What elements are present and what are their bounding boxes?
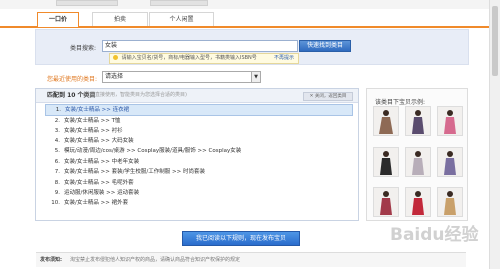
category-item-2[interactable]: 2. 女装/女士精品 >> T恤 [45,116,351,126]
top-bar [0,0,500,9]
category-item-path[interactable]: 女装/女士精品 >> T恤 [64,118,120,124]
category-search-input[interactable]: 女装 [102,40,298,52]
publish-notice-text: 淘宝禁止发布侵犯他人知识产权的商品，请确认商品符合知识产权保护的规定 [70,257,241,263]
quick-find-category-button[interactable]: 快速找到类目 [299,40,351,52]
category-item-5[interactable]: 5. 模玩/动漫/周边/cos/桌游 >> Cosplay服装/道具/服饰 >> … [45,146,351,156]
category-item-path[interactable]: 女装/女士精品 >> 连衣裙 [65,107,129,113]
category-item-path[interactable]: 女装/女士精品 >> 套装/学生校服/工作制服 >> 时尚套装 [64,169,205,175]
chevron-down-icon[interactable]: ▼ [251,72,260,82]
sample-item-thumbnail[interactable] [373,187,399,217]
tab-fixed-price[interactable]: 一口价 [37,12,79,27]
matched-categories-header: 匹配到 10 个类目 (仅供直接使用，智能类目为您选择合适的类目) ✕ 关闭，返… [36,89,358,103]
tab-personal-idle[interactable]: 个人闲置 [149,12,214,26]
category-item-path[interactable]: 女装/女士精品 >> 裙外套 [64,200,128,206]
close-return-label: 关闭，返回类目 [314,94,347,99]
category-item-path[interactable]: 女装/女士精品 >> 衬衫 [64,128,123,134]
recent-categories-label: 您最近使用的类目: [47,76,98,83]
publish-notice-heading: 发布须知: [40,257,62,263]
recent-categories-value: 请选择 [105,73,124,80]
close-return-category-button[interactable]: ✕ 关闭，返回类目 [303,92,353,101]
category-item-path[interactable]: 女装/女士精品 >> 毛呢外套 [64,180,134,186]
publish-notice-bar: 发布须知: 淘宝禁止发布侵犯他人知识产权的商品，请确认商品符合知识产权保护的规定 [36,252,466,267]
top-bar-segment [150,0,208,6]
tab-strip: 一口价 拍卖 个人闲置 [0,10,500,28]
sample-item-thumbnail[interactable] [437,147,463,177]
sample-item-thumbnail[interactable] [405,106,431,136]
close-icon: ✕ [309,94,314,99]
category-item-6[interactable]: 6. 女装/女士精品 >> 中老年女装 [45,157,351,167]
sample-item-thumbnail[interactable] [405,147,431,177]
recent-categories-select[interactable]: 请选择 ▼ [102,71,261,83]
category-item-8[interactable]: 8. 女装/女士精品 >> 毛呢外套 [45,178,351,188]
vertical-scrollbar[interactable] [489,0,500,269]
sample-item-thumbnail[interactable] [437,106,463,136]
sample-items-title: 该类目下宝贝示例: [375,99,426,106]
sample-item-thumbnail[interactable] [373,147,399,177]
publish-item-button[interactable]: 我已阅读以下规则，现在发布宝贝 [182,231,300,246]
category-item-1[interactable]: 1. 女装/女士精品 >> 连衣裙 [45,104,353,116]
category-item-10[interactable]: 10. 女装/女士精品 >> 裙外套 [45,198,351,208]
matched-categories-subtitle: (仅供直接使用，智能类目为您选择合适的类目) [83,92,187,98]
scrollbar-thumb[interactable] [492,6,498,76]
search-label: 类目搜索: [70,45,97,52]
dont-show-again-link[interactable]: 不再提示 [274,54,294,63]
sample-item-thumbnail[interactable] [437,187,463,217]
category-item-path[interactable]: 运动服/休闲服装 >> 运动套装 [64,190,139,196]
watermark-logo: Baidu经验 [390,225,479,245]
sample-item-thumbnail[interactable] [405,187,431,217]
category-item-3[interactable]: 3. 女装/女士精品 >> 衬衫 [45,126,351,136]
category-item-path[interactable]: 女装/女士精品 >> 大码女装 [64,138,134,144]
category-item-7[interactable]: 7. 女装/女士精品 >> 套装/学生校服/工作制服 >> 时尚套装 [45,167,351,177]
search-hint: 请输入宝贝名/货号，商标/电器输入型号，书籍类输入ISBN号 不再提示 [109,53,299,64]
tab-auction[interactable]: 拍卖 [92,12,148,26]
lightbulb-icon [113,55,118,60]
sample-item-thumbnail[interactable] [373,106,399,136]
category-item-4[interactable]: 4. 女装/女士精品 >> 大码女装 [45,136,351,146]
category-item-path[interactable]: 模玩/动漫/周边/cos/桌游 >> Cosplay服装/道具/服饰 >> Co… [64,148,241,154]
top-bar-segment [56,0,118,6]
category-item-path[interactable]: 女装/女士精品 >> 中老年女装 [64,159,139,165]
category-item-9[interactable]: 9. 运动服/休闲服装 >> 运动套装 [45,188,351,198]
search-hint-text: 请输入宝贝名/货号，商标/电器输入型号，书籍类输入ISBN号 [121,55,257,61]
